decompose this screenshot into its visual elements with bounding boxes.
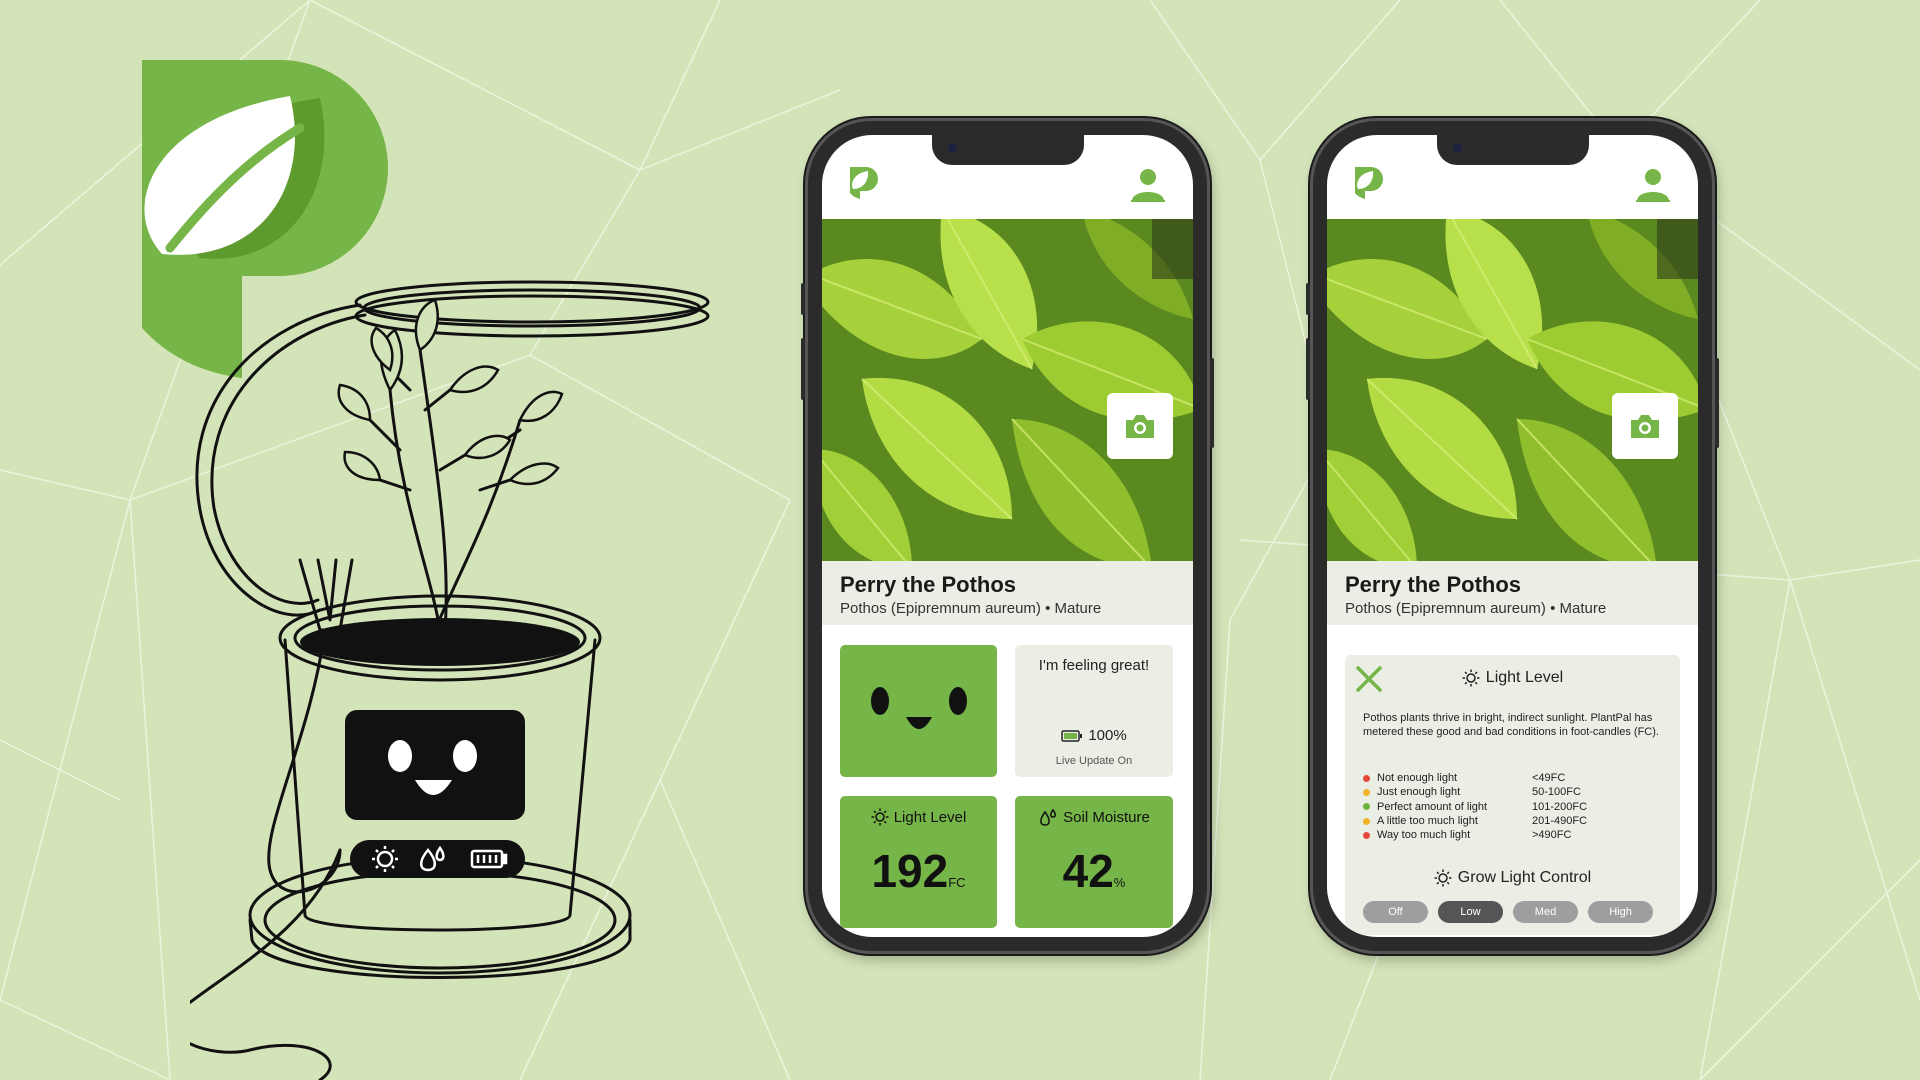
profile-icon[interactable] bbox=[1129, 165, 1167, 203]
soil-moisture-value: 42 bbox=[1063, 845, 1114, 897]
camera-button[interactable] bbox=[1107, 393, 1173, 459]
legend-row: Perfect amount of light 101-200FC bbox=[1363, 800, 1663, 814]
app-logo-icon[interactable] bbox=[1353, 165, 1385, 201]
legend-row: A little too much light 201-490FC bbox=[1363, 814, 1663, 828]
legend-row: Just enough light 50-100FC bbox=[1363, 785, 1663, 799]
legend-range: 101-200FC bbox=[1532, 801, 1587, 813]
profile-icon[interactable] bbox=[1634, 165, 1672, 203]
sun-icon bbox=[871, 808, 889, 826]
phone-light-detail: Perry the Pothos Pothos (Epipremnum aure… bbox=[1310, 118, 1715, 954]
soil-moisture-tile[interactable]: Soil Moisture 42% bbox=[1015, 796, 1173, 928]
detail-title: Light Level bbox=[1486, 669, 1563, 687]
plant-species: Pothos (Epipremnum aureum) • Mature bbox=[840, 600, 1101, 617]
legend-label: Perfect amount of light bbox=[1377, 801, 1532, 813]
option-off-button[interactable]: Off bbox=[1363, 901, 1428, 923]
light-level-label: Light Level bbox=[894, 809, 967, 826]
legend-label: Not enough light bbox=[1377, 772, 1532, 784]
status-dot bbox=[1363, 775, 1370, 782]
mood-face-tile bbox=[840, 645, 997, 777]
notch bbox=[932, 135, 1084, 165]
phone-dashboard: Perry the Pothos Pothos (Epipremnum aure… bbox=[805, 118, 1210, 954]
notch bbox=[1437, 135, 1589, 165]
legend-row: Not enough light <49FC bbox=[1363, 771, 1663, 785]
plant-info-header: Perry the Pothos Pothos (Epipremnum aure… bbox=[822, 561, 1193, 625]
soil-moisture-unit: % bbox=[1114, 875, 1126, 890]
status-tile: I'm feeling great! 100% Live Update On bbox=[1015, 645, 1173, 777]
status-dot bbox=[1363, 803, 1370, 810]
plant-info-header: Perry the Pothos Pothos (Epipremnum aure… bbox=[1327, 561, 1698, 625]
light-level-value: 192 bbox=[871, 845, 948, 897]
legend-label: Way too much light bbox=[1377, 829, 1532, 841]
battery-status: 100% bbox=[1015, 727, 1173, 744]
status-dot bbox=[1363, 832, 1370, 839]
legend-range: 201-490FC bbox=[1532, 815, 1587, 827]
light-level-tile[interactable]: Light Level 192FC bbox=[840, 796, 997, 928]
option-med-button[interactable]: Med bbox=[1513, 901, 1578, 923]
battery-icon bbox=[1061, 730, 1083, 742]
option-high-button[interactable]: High bbox=[1588, 901, 1653, 923]
app-logo-icon[interactable] bbox=[848, 165, 880, 201]
legend-range: 50-100FC bbox=[1532, 786, 1581, 798]
option-low-button[interactable]: Low bbox=[1438, 901, 1503, 923]
legend-label: A little too much light bbox=[1377, 815, 1532, 827]
light-detail-card: Light Level Pothos plants thrive in brig… bbox=[1345, 655, 1680, 935]
status-dot bbox=[1363, 789, 1370, 796]
water-drops-icon bbox=[1038, 808, 1058, 826]
grow-light-control-title: Grow Light Control bbox=[1458, 869, 1591, 887]
status-dot bbox=[1363, 818, 1370, 825]
battery-percentage: 100% bbox=[1088, 727, 1126, 744]
light-level-unit: FC bbox=[948, 875, 965, 890]
grow-light-options: Off Low Med High bbox=[1363, 901, 1653, 923]
plant-name: Perry the Pothos bbox=[840, 572, 1016, 598]
plant-name: Perry the Pothos bbox=[1345, 572, 1521, 598]
light-description: Pothos plants thrive in bright, indirect… bbox=[1363, 711, 1663, 739]
legend-row: Way too much light >490FC bbox=[1363, 828, 1663, 842]
plant-photo bbox=[1327, 219, 1698, 561]
soil-moisture-label: Soil Moisture bbox=[1063, 809, 1150, 826]
happy-face-icon bbox=[840, 645, 997, 777]
light-legend: Not enough light <49FC Just enough light… bbox=[1363, 771, 1663, 842]
live-update-status: Live Update On bbox=[1015, 755, 1173, 767]
app-screen: Perry the Pothos Pothos (Epipremnum aure… bbox=[822, 135, 1193, 937]
mood-text: I'm feeling great! bbox=[1015, 657, 1173, 674]
app-screen: Perry the Pothos Pothos (Epipremnum aure… bbox=[1327, 135, 1698, 937]
camera-icon bbox=[1629, 412, 1661, 440]
camera-button[interactable] bbox=[1612, 393, 1678, 459]
plant-photo bbox=[822, 219, 1193, 561]
sun-icon bbox=[1434, 869, 1452, 887]
legend-range: >490FC bbox=[1532, 829, 1571, 841]
legend-range: <49FC bbox=[1532, 772, 1565, 784]
smart-pot-illustration bbox=[190, 270, 730, 1080]
camera-icon bbox=[1124, 412, 1156, 440]
plant-species: Pothos (Epipremnum aureum) • Mature bbox=[1345, 600, 1606, 617]
sun-icon bbox=[1462, 669, 1480, 687]
legend-label: Just enough light bbox=[1377, 786, 1532, 798]
